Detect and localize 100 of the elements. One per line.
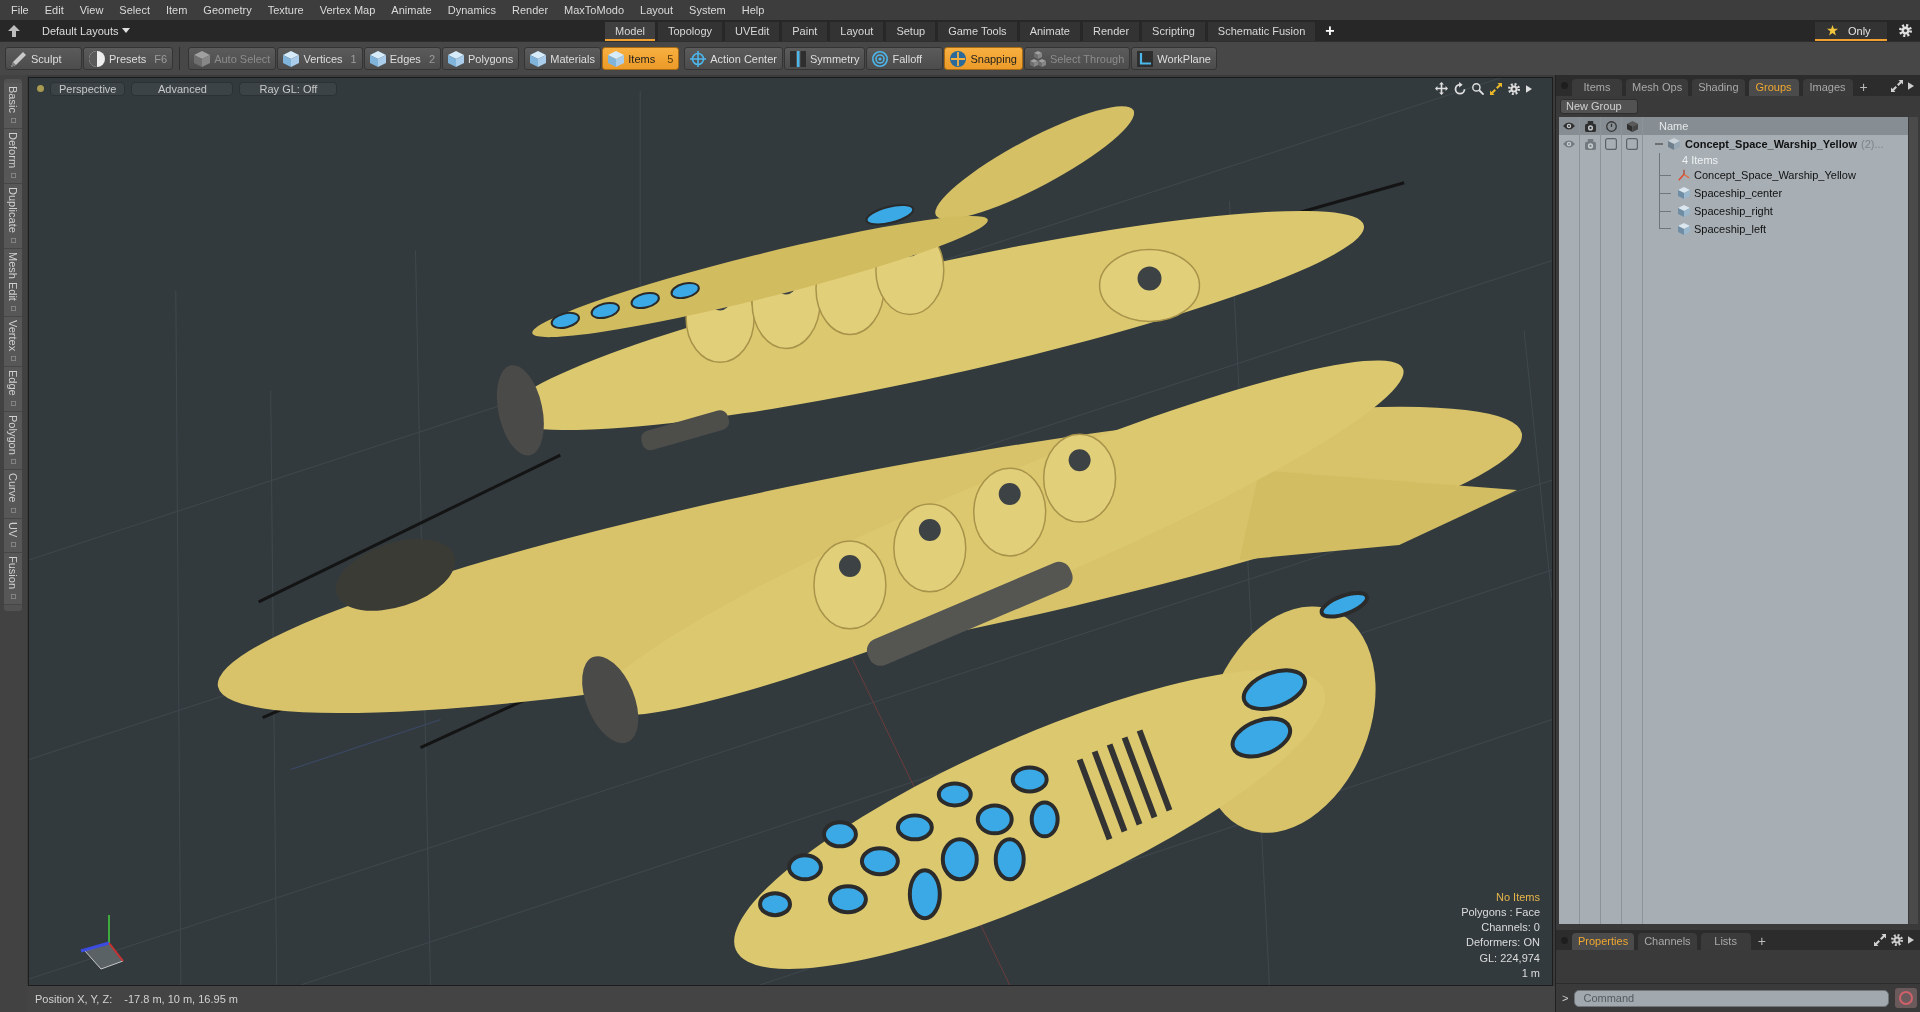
viewport-info-text: Deformers: ON (1466, 935, 1540, 951)
checkbox[interactable] (1605, 138, 1617, 150)
expand-icon[interactable] (1891, 79, 1903, 92)
cube-icon (194, 50, 211, 67)
expand-icon[interactable] (1874, 934, 1886, 946)
layout-tab[interactable]: Scripting (1142, 22, 1205, 41)
toolbar-button[interactable]: WorkPlane (1131, 47, 1217, 70)
rotate-icon[interactable] (1454, 82, 1466, 95)
dot-icon[interactable] (37, 85, 44, 92)
add-tab-button[interactable]: + (1325, 21, 1335, 40)
crosshair-icon (950, 50, 967, 67)
caret-right-icon[interactable] (1908, 936, 1914, 944)
layout-tab[interactable]: Animate (1019, 22, 1080, 41)
layout-tab[interactable]: Layout (830, 22, 884, 41)
side-tab[interactable]: Duplicate (4, 183, 22, 249)
only-button[interactable]: Only (1815, 22, 1887, 41)
viewport-menu-button[interactable]: Advanced (131, 81, 234, 96)
toolbar-button[interactable]: Action Center (684, 47, 783, 70)
toolbar-button[interactable]: Sculpt (5, 47, 82, 70)
toolbar-button[interactable]: Snapping (944, 47, 1023, 70)
add-tab-button[interactable]: + (1856, 79, 1871, 96)
toolbar-button[interactable]: Edges 2 (363, 47, 441, 70)
command-field[interactable]: Command (1574, 989, 1889, 1007)
side-tab[interactable]: Mesh Edit (4, 248, 22, 317)
side-tab[interactable]: Edge (4, 366, 22, 412)
layout-tab[interactable]: UVEdit (725, 22, 780, 41)
layout-tab[interactable]: Model (605, 22, 655, 41)
toolbar-button[interactable]: Materials (524, 47, 602, 70)
menu-item[interactable]: Help (733, 0, 773, 20)
viewport-info-text: No Items (1496, 889, 1540, 905)
checkbox[interactable] (1626, 138, 1638, 150)
panel-tab[interactable]: Images (1802, 79, 1853, 96)
toolbar-button[interactable]: Symmetry (783, 47, 866, 70)
caret-right-icon[interactable] (1526, 84, 1532, 93)
side-tab[interactable]: Curve (4, 470, 22, 519)
circle-icon[interactable] (1605, 120, 1617, 132)
menu-item[interactable]: Layout (632, 0, 682, 20)
layout-tab[interactable]: Topology (657, 22, 722, 41)
viewport-menu-button[interactable]: Ray GL: Off (239, 81, 338, 96)
layout-tab[interactable]: Schematic Fusion (1207, 22, 1316, 41)
toolbar-button[interactable]: Items 5 (602, 47, 680, 70)
item-name[interactable]: Spaceship_left (1694, 223, 1767, 235)
viewport-menu-button[interactable]: Perspective (50, 81, 126, 96)
panel-tab[interactable]: Lists (1700, 933, 1751, 950)
side-tab[interactable]: Deform (4, 128, 22, 184)
menu-item[interactable]: Edit (36, 0, 72, 20)
menu-item[interactable]: File (3, 0, 37, 20)
caret-right-icon[interactable] (1908, 81, 1914, 90)
corner-icon (1137, 50, 1154, 67)
settings-icon[interactable] (1508, 82, 1520, 95)
panel-tab[interactable]: Properties (1572, 933, 1635, 950)
item-count: 4 Items (1682, 153, 1719, 166)
zoom-icon[interactable] (1472, 82, 1484, 95)
layout-dropdown[interactable]: Default Layouts (38, 22, 135, 39)
scrollbar[interactable] (1909, 117, 1918, 924)
menu-item[interactable]: Select (111, 0, 158, 20)
up-arrow-icon[interactable] (8, 24, 20, 37)
panel-tab[interactable]: Shading (1692, 79, 1745, 96)
menu-item[interactable]: Item (157, 0, 196, 20)
layout-tab[interactable]: Game Tools (938, 22, 1017, 41)
menu-item[interactable]: Geometry (195, 0, 260, 20)
menu-item[interactable]: Render (504, 0, 557, 20)
item-name[interactable]: Spaceship_center (1694, 187, 1783, 199)
cube-icon[interactable] (1626, 120, 1638, 132)
cube-icon (1678, 187, 1690, 199)
menu-item[interactable]: View (71, 0, 112, 20)
panel-tab[interactable]: Groups (1748, 79, 1799, 96)
layout-tab[interactable]: Paint (782, 22, 828, 41)
panel-tab[interactable]: Channels (1638, 933, 1697, 950)
side-tab[interactable]: Fusion (4, 553, 22, 606)
menu-item[interactable]: Texture (259, 0, 312, 20)
menu-item[interactable]: MaxToModo (556, 0, 632, 20)
settings-icon[interactable] (1899, 24, 1912, 37)
toolbar-button[interactable]: Presets F6 (83, 47, 174, 70)
move-icon[interactable] (1435, 82, 1448, 95)
menu-item[interactable]: Dynamics (439, 0, 504, 20)
side-tab[interactable]: UV (4, 518, 22, 554)
side-tab[interactable]: Vertex (4, 316, 22, 367)
new-group-button[interactable]: New Group (1560, 98, 1638, 114)
toolbar-button[interactable]: Vertices 1 (277, 47, 363, 70)
item-name[interactable]: Concept_Space_Warship_Yellow (1694, 169, 1856, 181)
group-name[interactable]: Concept_Space_Warship_Yellow (1685, 138, 1857, 150)
settings-icon[interactable] (1891, 934, 1903, 946)
panel-tab[interactable]: Mesh Ops (1626, 79, 1689, 96)
menu-item[interactable]: System (681, 0, 734, 20)
camera-icon[interactable] (1584, 120, 1596, 132)
menu-item[interactable]: Animate (383, 0, 440, 20)
side-tab[interactable]: Basic (4, 83, 22, 129)
cube-icon (283, 50, 300, 67)
eye-icon[interactable] (1563, 122, 1575, 130)
toolbar-button[interactable]: Falloff (866, 47, 944, 70)
item-name[interactable]: Spaceship_right (1694, 205, 1773, 217)
side-tab[interactable]: Polygon (4, 411, 22, 471)
layout-tab[interactable]: Render (1083, 22, 1140, 41)
add-tab-button[interactable]: + (1754, 933, 1769, 950)
menu-item[interactable]: Vertex Map (311, 0, 384, 20)
panel-tab[interactable]: Items (1572, 79, 1622, 96)
layout-tab[interactable]: Setup (886, 22, 936, 41)
toolbar-button[interactable]: Polygons (442, 47, 520, 70)
expand-icon[interactable] (1490, 82, 1502, 95)
